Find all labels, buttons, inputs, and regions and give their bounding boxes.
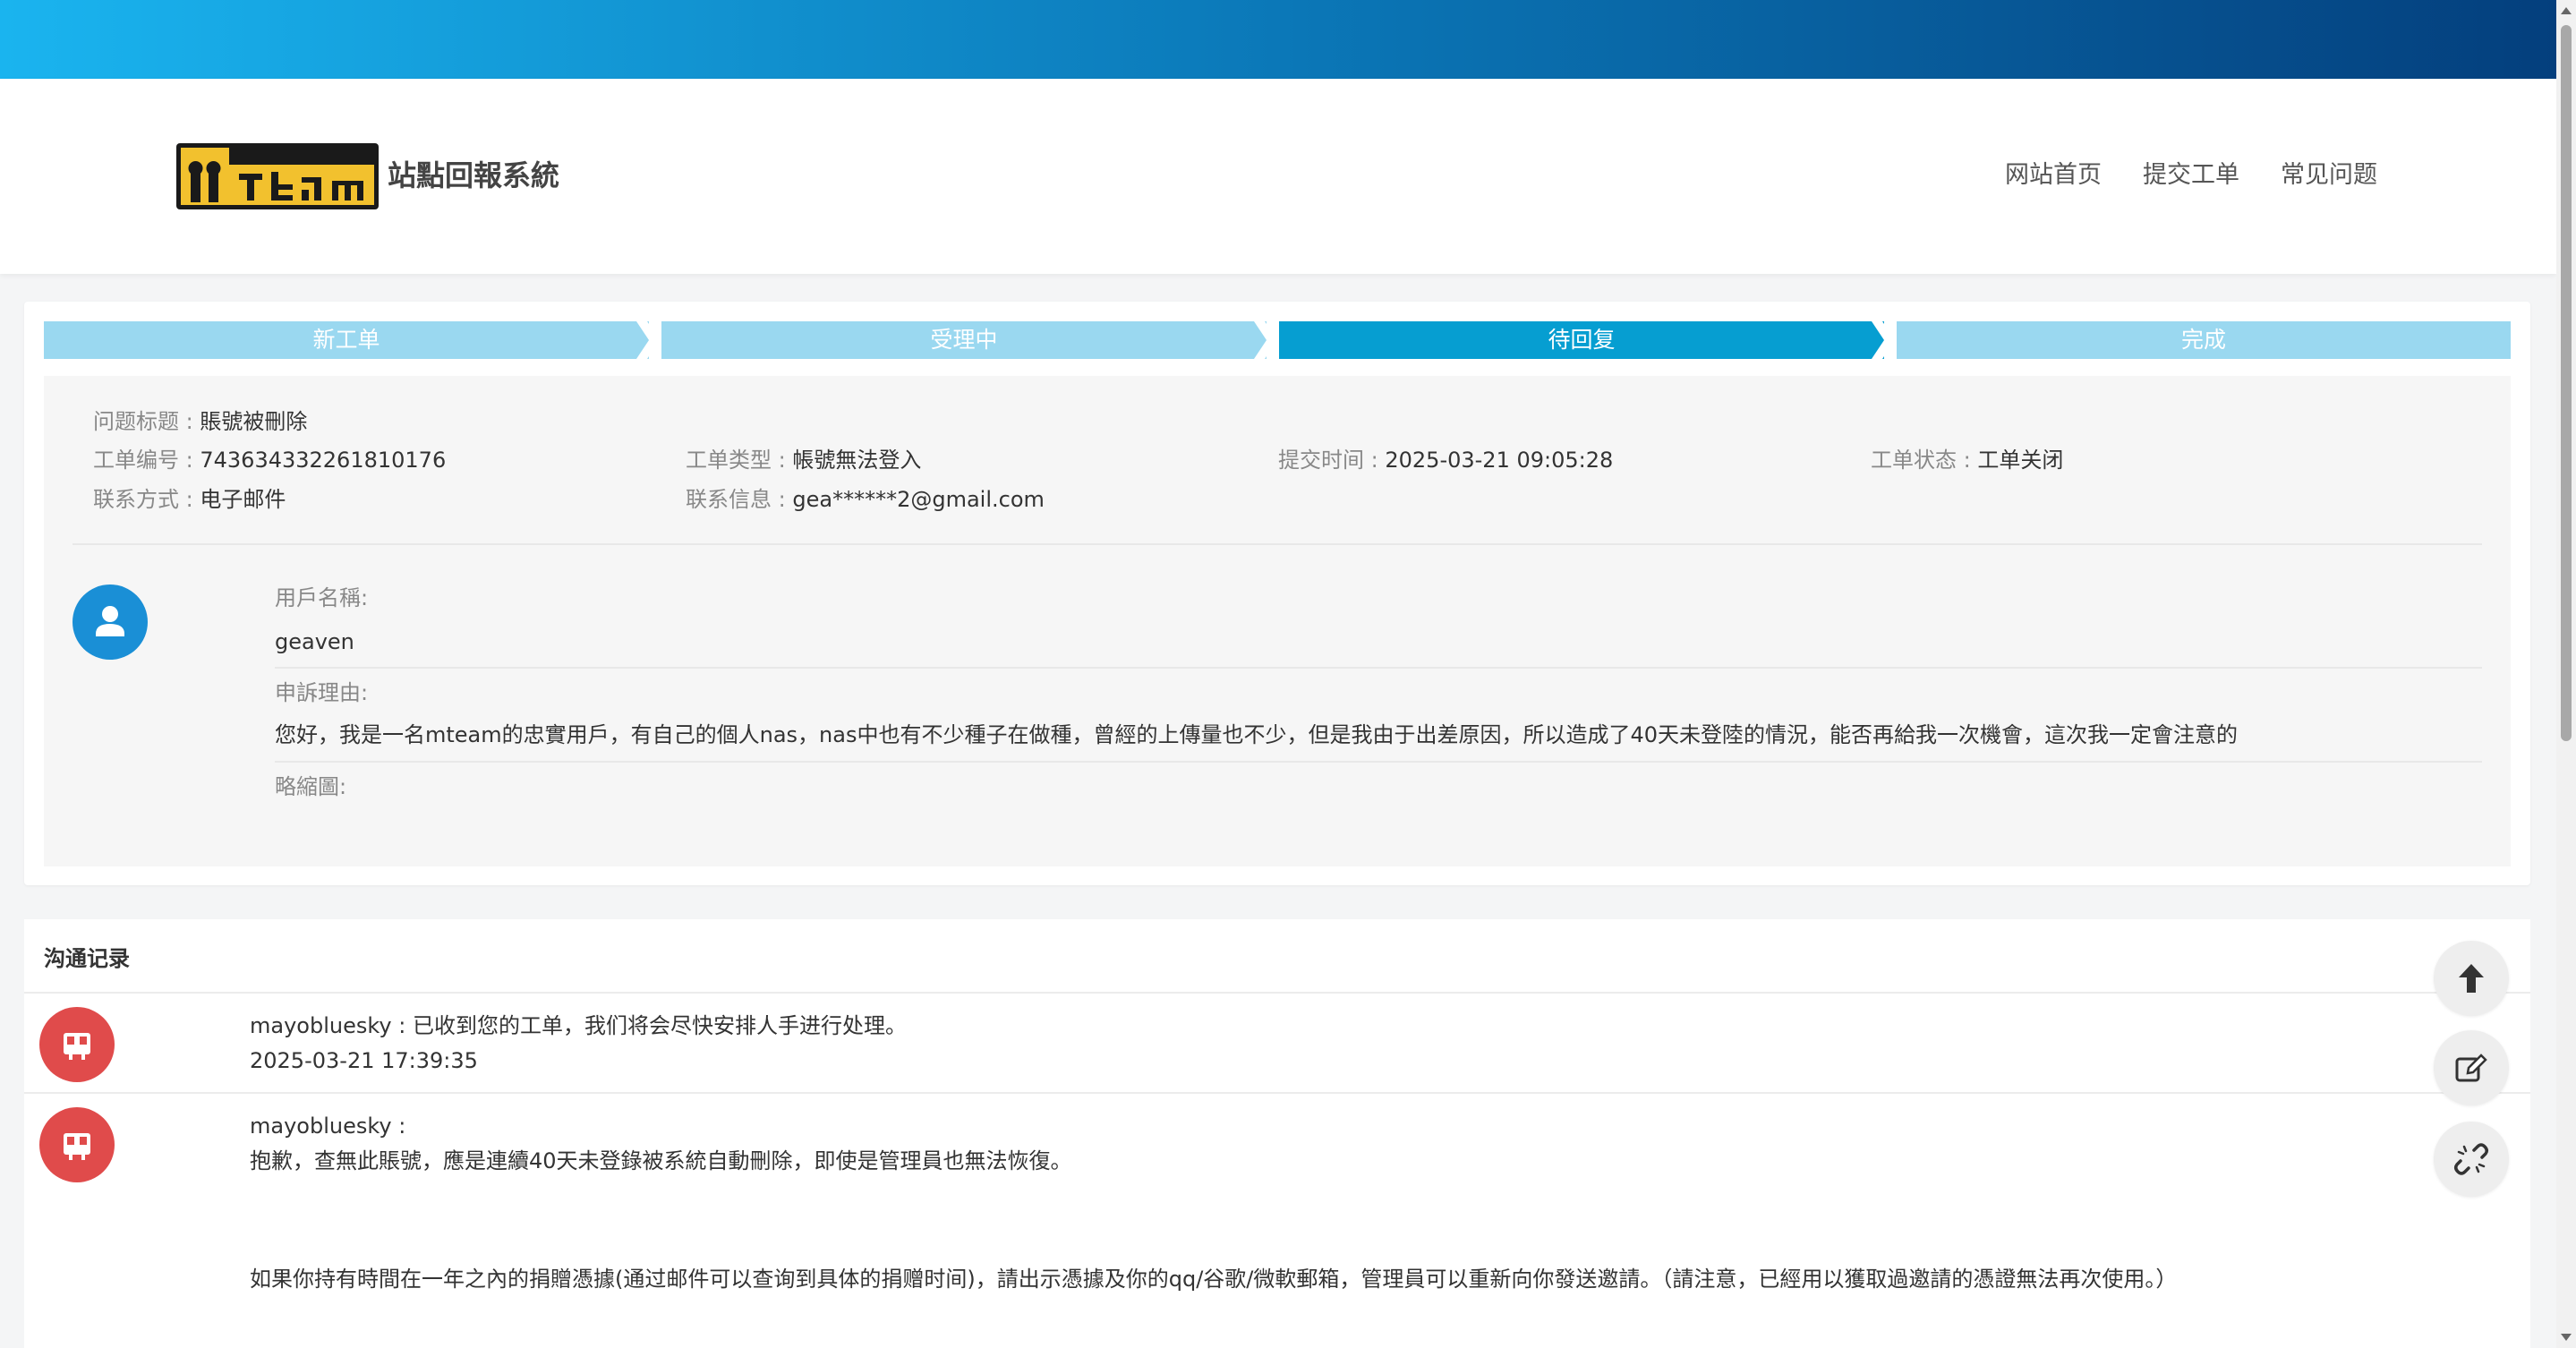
progress-steps: 新工单 受理中 待回复 完成 (44, 321, 2511, 359)
field-divider (275, 667, 2482, 669)
thumbnail-label: 略縮圖: (275, 774, 347, 799)
reason-value: 您好，我是一名mteam的忠實用戶，有自己的個人nas，nas中也有不少種子在做… (275, 722, 2239, 747)
step-divider-arrow (636, 321, 660, 359)
record-timestamp: 2025-03-21 17:39:35 (250, 1048, 478, 1073)
step-divider-arrow (1872, 321, 1895, 359)
user-icon (96, 606, 124, 636)
arrow-up-icon (2459, 964, 2484, 993)
ticket-time-field: 提交时间 : 2025-03-21 09:05:28 (1278, 447, 1613, 474)
ticket-type-label: 工单类型 : (686, 448, 786, 473)
scroll-top-button[interactable] (2434, 941, 2509, 1016)
top-gradient-bar (0, 0, 2556, 79)
record-message: 抱歉，查無此賬號，應是連續40天未登錄被系統自動刪除，即使是管理員也無法恢復。 (250, 1148, 1072, 1173)
contact-method-field: 联系方式 : 电子邮件 (93, 486, 286, 513)
step-processing: 受理中 (661, 321, 1267, 359)
ticket-status-label: 工单状态 : (1871, 448, 1971, 473)
username-value: geaven (275, 629, 354, 654)
mteam-logo[interactable] (175, 141, 380, 211)
username-label: 用戶名稱: (275, 585, 369, 610)
step-divider-arrow (1254, 321, 1277, 359)
step-new: 新工单 (44, 321, 649, 359)
record-divider (24, 1092, 2530, 1094)
main-nav: 网站首页 提交工单 常见问题 (2005, 158, 2377, 193)
ticket-time-value: 2025-03-21 09:05:28 (1385, 448, 1614, 473)
contact-info-value: gea******2@gmail.com (792, 487, 1045, 512)
ticket-title-label: 问题标题 : (93, 409, 193, 434)
contact-info-label: 联系信息 : (686, 487, 786, 512)
nav-faq[interactable]: 常见问题 (2281, 158, 2377, 193)
user-avatar (73, 584, 148, 660)
info-divider (73, 543, 2482, 545)
ticket-title-value: 賬號被刪除 (200, 409, 308, 434)
nav-submit-ticket[interactable]: 提交工单 (2143, 158, 2239, 193)
unlink-button[interactable] (2434, 1122, 2509, 1197)
site-header: 站點回報系統 网站首页 提交工单 常见问题 (0, 79, 2556, 274)
scroll-down-arrow[interactable] (2561, 1334, 2572, 1341)
ticket-status-value: 工单关闭 (1977, 448, 2064, 473)
ticket-info-panel: 问题标题 : 賬號被刪除 工单编号 : 743634332261810176 工… (44, 376, 2511, 866)
contact-method-value: 电子邮件 (200, 487, 286, 512)
record-message: 如果你持有時間在一年之內的捐贈憑據(通过邮件可以查询到具体的捐赠时间)，請出示憑… (250, 1267, 2178, 1292)
edit-button[interactable] (2434, 1030, 2509, 1105)
communication-record-card: 沟通记录 mayobluesky : 已收到您的工单，我们将会尽快安排人手进行处… (24, 919, 2530, 1348)
staff-icon (64, 1033, 90, 1060)
step-awaiting-reply: 待回复 (1279, 321, 1884, 359)
ticket-card: 新工单 受理中 待回复 完成 问题标题 : 賬號被刪除 工单编号 : 74363… (24, 302, 2530, 885)
page-scrollbar[interactable] (2556, 0, 2576, 1348)
contact-info-field: 联系信息 : gea******2@gmail.com (686, 486, 1045, 513)
staff-avatar (39, 1007, 115, 1082)
edit-icon (2455, 1054, 2487, 1082)
ticket-id-value: 743634332261810176 (200, 448, 447, 473)
ticket-id-field: 工单编号 : 743634332261810176 (93, 447, 446, 474)
field-divider (275, 761, 2482, 763)
reason-label: 申訴理由: (275, 680, 369, 705)
ticket-time-label: 提交时间 : (1278, 448, 1378, 473)
unlink-icon (2453, 1143, 2489, 1175)
scroll-up-arrow[interactable] (2561, 7, 2572, 14)
nav-home[interactable]: 网站首页 (2005, 158, 2102, 193)
contact-method-label: 联系方式 : (93, 487, 193, 512)
ticket-id-label: 工单编号 : (93, 448, 193, 473)
scrollbar-thumb[interactable] (2561, 25, 2572, 741)
record-message: mayobluesky : 已收到您的工单，我们将会尽快安排人手进行处理。 (250, 1013, 907, 1038)
ticket-title-field: 问题标题 : 賬號被刪除 (93, 408, 307, 435)
ticket-status-field: 工单状态 : 工单关闭 (1871, 447, 2063, 474)
record-divider (24, 992, 2530, 994)
staff-icon (64, 1133, 90, 1160)
step-complete: 完成 (1897, 321, 2511, 359)
ticket-type-field: 工单类型 : 帳號無法登入 (686, 447, 921, 474)
staff-avatar (39, 1107, 115, 1182)
site-title: 站點回報系統 (388, 158, 560, 192)
record-author: mayobluesky : (250, 1113, 406, 1139)
ticket-type-value: 帳號無法登入 (792, 448, 922, 473)
record-title: 沟通记录 (44, 946, 130, 971)
